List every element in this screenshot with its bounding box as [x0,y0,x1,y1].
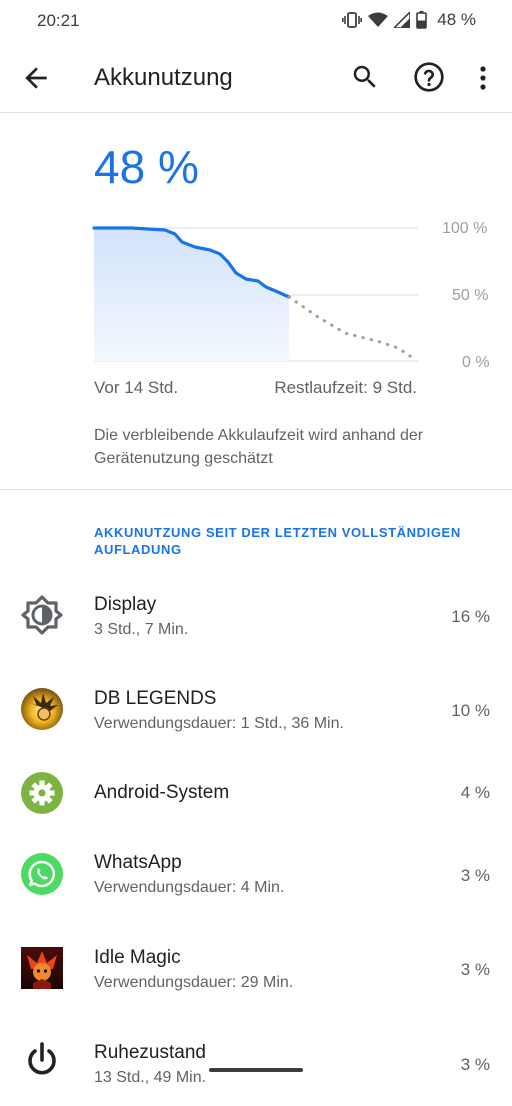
app-usage-percent: 3 % [460,866,490,885]
app-usage-percent: 3 % [460,1055,490,1074]
chart-label-0: 0 % [462,354,490,371]
idle-magic-app-icon [21,947,63,989]
usage-section-title: AKKUNUTZUNG SEIT DER LETZTEN VOLLSTÄNDIG… [94,525,461,557]
search-icon[interactable] [350,62,380,92]
battery-history-chart: 100 % 50 % 0 % [0,210,512,380]
chart-start-label: Vor 14 Std. [94,378,179,397]
status-bar: 20:21 48 % [0,0,512,40]
back-arrow-icon[interactable] [20,62,52,94]
app-usage-percent: 3 % [460,960,490,979]
whatsapp-icon [21,853,63,895]
gesture-navigation-handle[interactable] [209,1068,303,1072]
app-name: DB LEGENDS [94,688,217,709]
app-usage-percent: 16 % [451,607,490,626]
app-usage-detail: Verwendungsdauer: 1 Std., 36 Min. [94,715,344,732]
battery-icon [416,11,428,29]
app-usage-detail: 13 Std., 49 Min. [94,1069,207,1086]
chart-label-50: 50 % [452,287,489,304]
status-battery-percent: 48 % [437,10,476,29]
usage-row-display[interactable]: Display 3 Std., 7 Min. 16 % [0,578,512,658]
app-name: Idle Magic [94,947,181,968]
app-name: Display [94,594,157,615]
status-time: 20:21 [37,11,80,30]
app-usage-percent: 4 % [460,783,490,802]
app-bar: Akkunutzung [0,40,512,113]
app-name: Ruhezustand [94,1042,206,1063]
status-icons: 48 % [342,10,476,30]
chart-area-fill [94,228,289,361]
help-icon[interactable] [413,61,445,93]
usage-row-idle-magic[interactable]: Idle Magic Verwendungsdauer: 29 Min. 3 % [0,931,512,1011]
usage-row-db-legends[interactable]: DB LEGENDS Verwendungsdauer: 1 Std., 36 … [0,672,512,752]
estimate-note: Die verbleibende Akkulaufzeit wird anhan… [94,427,424,467]
android-system-gear-icon [21,772,63,814]
app-usage-detail: 3 Std., 7 Min. [94,621,189,638]
display-brightness-icon [21,595,63,635]
app-usage-detail: Verwendungsdauer: 29 Min. [94,974,294,991]
battery-chart-plot [92,226,418,362]
usage-row-android-system[interactable]: Android-System 4 % [0,752,512,832]
app-name: Android-System [94,782,230,803]
page-title: Akkunutzung [94,64,233,91]
cell-signal-icon [394,12,411,28]
vibrate-icon [342,12,363,28]
power-icon [28,1042,56,1075]
app-name: WhatsApp [94,852,182,873]
chart-label-100: 100 % [442,220,488,237]
battery-level: 48 % [94,141,199,193]
usage-row-ruhezustand[interactable]: Ruhezustand 13 Std., 49 Min. 3 % [0,1026,512,1106]
section-divider [0,489,512,490]
more-options-icon[interactable] [472,62,494,94]
chart-remaining-label: Restlaufzeit: 9 Std. [274,378,417,397]
wifi-icon [368,12,389,27]
db-legends-app-icon [21,688,63,730]
app-usage-detail: Verwendungsdauer: 4 Min. [94,879,285,896]
chart-projection-line [287,295,418,362]
usage-row-whatsapp[interactable]: WhatsApp Verwendungsdauer: 4 Min. 3 % [0,837,512,917]
app-usage-percent: 10 % [451,701,490,720]
